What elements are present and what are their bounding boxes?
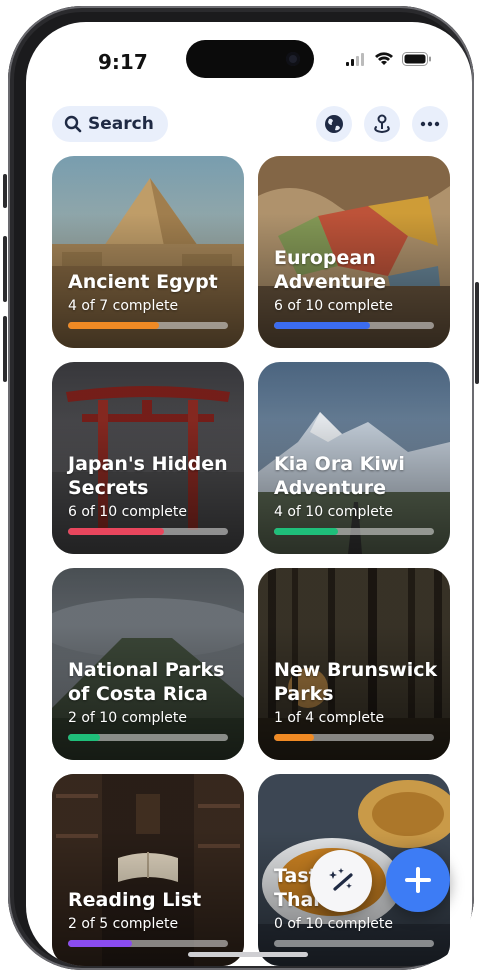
collection-card-costa-rica[interactable]: National Parks of Costa Rica 2 of 10 com… <box>52 568 244 760</box>
card-progress-bar <box>68 940 228 947</box>
card-progress-text: 2 of 5 complete <box>68 916 179 932</box>
card-progress-text: 2 of 10 complete <box>68 710 187 726</box>
status-icons <box>346 52 432 66</box>
card-progress-bar <box>68 734 228 741</box>
card-progress-bar <box>274 528 434 535</box>
card-title: National Parks of Costa Rica <box>68 659 225 705</box>
map-pin-button[interactable] <box>364 106 400 142</box>
collection-card-japan[interactable]: Japan's Hidden Secrets 6 of 10 complete <box>52 362 244 554</box>
collection-card-ancient-egypt[interactable]: Ancient Egypt 4 of 7 complete <box>52 156 244 348</box>
card-progress-text: 4 of 7 complete <box>68 298 179 314</box>
status-time: 9:17 <box>98 50 148 74</box>
search-button[interactable]: Search <box>52 106 168 142</box>
collection-card-new-brunswick[interactable]: New Brunswick Parks 1 of 4 complete <box>258 568 450 760</box>
globe-icon <box>325 115 343 133</box>
collection-card-reading-list[interactable]: Reading List 2 of 5 complete <box>52 774 244 966</box>
camera-icon <box>286 52 300 66</box>
card-title: Reading List <box>68 889 202 911</box>
card-title: New Brunswick Parks <box>274 659 438 705</box>
card-progress-bar <box>274 734 434 741</box>
action-button <box>3 174 7 208</box>
add-button[interactable] <box>386 848 450 912</box>
home-indicator[interactable] <box>188 952 308 957</box>
more-button[interactable] <box>412 106 448 142</box>
progress-fill <box>68 734 100 741</box>
card-progress-bar <box>274 940 434 947</box>
progress-fill <box>274 734 314 741</box>
battery-icon <box>402 52 431 66</box>
card-progress-bar <box>68 528 228 535</box>
magic-button[interactable] <box>310 850 372 912</box>
collection-card-european-adventure[interactable]: European Adventure 6 of 10 complete <box>258 156 450 348</box>
card-title: Kia Ora Kiwi Adventure <box>274 453 405 499</box>
search-label: Search <box>88 114 154 134</box>
card-title: Japan's Hidden Secrets <box>68 453 228 499</box>
progress-fill <box>274 322 370 329</box>
collection-card-kiwi[interactable]: Kia Ora Kiwi Adventure 4 of 10 complete <box>258 362 450 554</box>
magic-wand-icon <box>329 868 353 891</box>
globe-button[interactable] <box>316 106 352 142</box>
more-icon <box>420 121 440 127</box>
progress-fill <box>68 940 132 947</box>
card-progress-text: 0 of 10 complete <box>274 916 393 932</box>
card-overlay <box>52 156 244 348</box>
progress-fill <box>68 528 164 535</box>
card-progress-text: 1 of 4 complete <box>274 710 385 726</box>
volume-up-button <box>3 236 7 302</box>
wifi-icon <box>375 52 393 65</box>
dynamic-island <box>186 40 314 78</box>
signal-icon <box>346 53 364 66</box>
card-progress-text: 4 of 10 complete <box>274 504 393 520</box>
card-title: Tast Thai <box>274 865 320 911</box>
card-progress-bar <box>68 322 228 329</box>
progress-fill <box>274 528 338 535</box>
progress-fill <box>68 322 160 329</box>
phone-frame: 9:17 Search Ancient Egypt 4 of 7 complet… <box>8 6 474 970</box>
card-progress-text: 6 of 10 complete <box>68 504 187 520</box>
card-progress-bar <box>274 322 434 329</box>
card-overlay <box>52 774 244 966</box>
app-screen: 9:17 Search Ancient Egypt 4 of 7 complet… <box>26 22 472 966</box>
map-pin-icon <box>374 114 390 134</box>
plus-icon <box>405 867 431 893</box>
search-icon <box>64 115 82 133</box>
volume-down-button <box>3 316 7 382</box>
power-button <box>475 282 479 384</box>
card-progress-text: 6 of 10 complete <box>274 298 393 314</box>
card-title: Ancient Egypt <box>68 271 218 293</box>
card-title: European Adventure <box>274 247 386 293</box>
